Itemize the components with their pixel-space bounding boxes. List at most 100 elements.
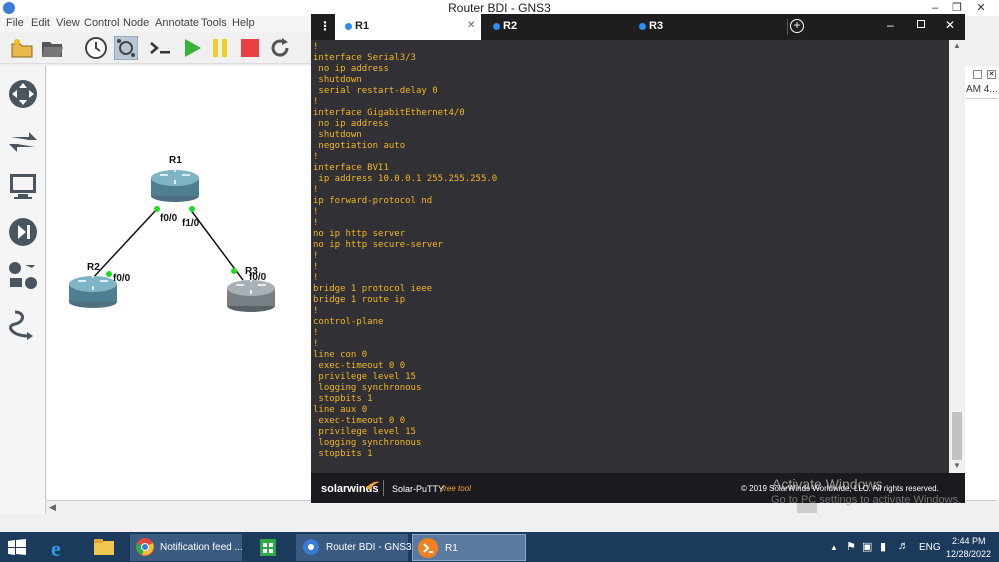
- menu-edit[interactable]: Edit: [31, 17, 50, 29]
- gns3-icon: [303, 539, 319, 555]
- tab-r1[interactable]: R1 ✕: [335, 14, 481, 40]
- terminal-line: interface Serial3/3: [313, 53, 416, 63]
- routers-icon[interactable]: [7, 78, 39, 110]
- topology-canvas[interactable]: R1 R2 R3 f0/0 f1/0 f0/0 f0/0: [47, 66, 311, 500]
- node-label-r2: R2: [87, 262, 100, 273]
- end-devices-icon[interactable]: [7, 170, 39, 202]
- terminal-line: shutdown: [313, 75, 362, 85]
- panel-close-icon[interactable]: ✕: [987, 70, 996, 79]
- internet-explorer-icon[interactable]: e: [46, 534, 74, 561]
- open-project-icon[interactable]: [40, 36, 64, 60]
- taskbar-chrome[interactable]: Notification feed ...: [130, 534, 243, 561]
- tab-r2[interactable]: R2: [483, 14, 627, 40]
- menu-help[interactable]: Help: [232, 17, 255, 29]
- terminal-line: stopbits 1: [313, 394, 373, 404]
- reload-all-icon[interactable]: [268, 36, 292, 60]
- menu-file[interactable]: File: [6, 17, 24, 29]
- clock-date[interactable]: 12/28/2022: [946, 549, 991, 559]
- terminal-line: !: [313, 251, 319, 261]
- putty-maximize-button[interactable]: [917, 20, 925, 28]
- terminal-line: no ip http server: [313, 229, 406, 239]
- show-interface-labels-icon[interactable]: [114, 36, 138, 60]
- tab-r3[interactable]: R3: [629, 14, 773, 40]
- tray-device-icon[interactable]: ▣: [862, 540, 872, 553]
- security-devices-icon[interactable]: [7, 216, 39, 248]
- router-r3[interactable]: [227, 278, 275, 312]
- language-indicator[interactable]: ENG: [919, 542, 941, 553]
- snapshot-clock-icon[interactable]: [84, 36, 108, 60]
- volume-icon[interactable]: ♬: [898, 540, 909, 552]
- tab-close-icon[interactable]: ✕: [467, 20, 475, 31]
- solar-putty-window: ⋮ R1 ✕ R2 R3 + – ✕ ! interface Serial3/3 …: [311, 14, 965, 503]
- new-project-icon[interactable]: [10, 36, 34, 60]
- tray-expand-icon[interactable]: ▲: [830, 543, 838, 552]
- router-r2[interactable]: [69, 274, 117, 308]
- terminal-line: logging synchronous: [313, 438, 422, 448]
- tab-label: R3: [649, 20, 664, 32]
- scroll-up-icon[interactable]: ▲: [953, 41, 961, 50]
- close-button[interactable]: ✕: [970, 0, 992, 16]
- terminal-line: !: [313, 207, 319, 217]
- terminal-line: no ip address: [313, 119, 389, 129]
- terminal-console[interactable]: ! interface Serial3/3 no ip address shutd…: [311, 40, 949, 473]
- link-status-dot: [154, 206, 160, 212]
- clock-time[interactable]: 2:44 PM: [952, 536, 986, 546]
- task-label: R1: [445, 543, 458, 554]
- start-icon[interactable]: [8, 539, 26, 555]
- topology-graph: R1 R2 R3 f0/0 f1/0 f0/0 f0/0: [69, 155, 275, 312]
- menu-view[interactable]: View: [56, 17, 80, 29]
- file-explorer-icon[interactable]: [90, 534, 118, 561]
- chrome-icon: [136, 538, 154, 556]
- router-r1[interactable]: [151, 168, 199, 202]
- menu-bar: File Edit View Control Node Annotate Too…: [0, 16, 310, 32]
- node-label-r1: R1: [169, 155, 182, 166]
- terminal-line: serial restart-delay 0: [313, 86, 438, 96]
- terminal-scrollbar[interactable]: ▲ ▼: [949, 40, 965, 473]
- interface-label: f1/0: [182, 218, 200, 229]
- panel-restore-icon[interactable]: [973, 70, 982, 79]
- putty-minimize-button[interactable]: –: [887, 18, 894, 32]
- toolbar: [0, 32, 310, 64]
- taskbar-putty-r1[interactable]: R1: [412, 534, 526, 561]
- panel-body: [966, 98, 998, 496]
- tray-flag-icon[interactable]: ⚑: [846, 540, 856, 553]
- menu-annotate[interactable]: Annotate: [155, 17, 199, 29]
- switches-icon[interactable]: [7, 126, 39, 158]
- putty-close-button[interactable]: ✕: [945, 18, 955, 32]
- activate-windows-text: Go to PC settings to activate Windows.: [771, 494, 962, 506]
- link-r1-r2[interactable]: [90, 208, 158, 281]
- terminal-line: !: [313, 262, 319, 272]
- scroll-left-icon[interactable]: ◀: [49, 502, 56, 513]
- stop-all-icon[interactable]: [238, 36, 262, 60]
- add-link-icon[interactable]: [7, 308, 39, 340]
- tab-status-dot: [493, 23, 500, 30]
- activate-windows-heading: Activate Windows: [772, 476, 883, 492]
- terminal-line: logging synchronous: [313, 383, 422, 393]
- footer-divider: [383, 480, 384, 496]
- new-tab-icon[interactable]: +: [790, 19, 804, 33]
- scroll-down-icon[interactable]: ▼: [953, 461, 961, 470]
- console-all-icon[interactable]: [148, 36, 172, 60]
- tab-label: R2: [503, 20, 518, 32]
- terminal-line: privilege level 15: [313, 427, 416, 437]
- taskbar-gns3[interactable]: Router BDI - GNS3: [296, 534, 412, 561]
- menu-node[interactable]: Node: [123, 17, 149, 29]
- network-signal-icon[interactable]: ▮: [880, 540, 886, 553]
- kebab-menu-icon[interactable]: ⋮: [319, 19, 331, 33]
- menu-control[interactable]: Control: [84, 17, 119, 29]
- terminal-line: !: [313, 328, 319, 338]
- all-devices-icon[interactable]: [7, 260, 39, 292]
- terminal-line: no ip http secure-server: [313, 240, 444, 250]
- terminal-line: !: [313, 306, 319, 316]
- menu-tools[interactable]: Tools: [201, 17, 227, 29]
- scroll-thumb[interactable]: [952, 412, 962, 460]
- suspend-all-icon[interactable]: [208, 36, 232, 60]
- taskbar: e Notification feed ... Router BDI - GNS…: [0, 532, 999, 562]
- terminal-line: shutdown: [313, 130, 362, 140]
- task-label: Router BDI - GNS3: [326, 542, 412, 553]
- terminal-line: !: [313, 97, 319, 107]
- start-all-icon[interactable]: [180, 36, 204, 60]
- terminal-line: negotiation auto: [313, 141, 406, 151]
- store-app-icon[interactable]: [254, 534, 282, 561]
- footer-product: Solar-PuTTY: [392, 484, 445, 494]
